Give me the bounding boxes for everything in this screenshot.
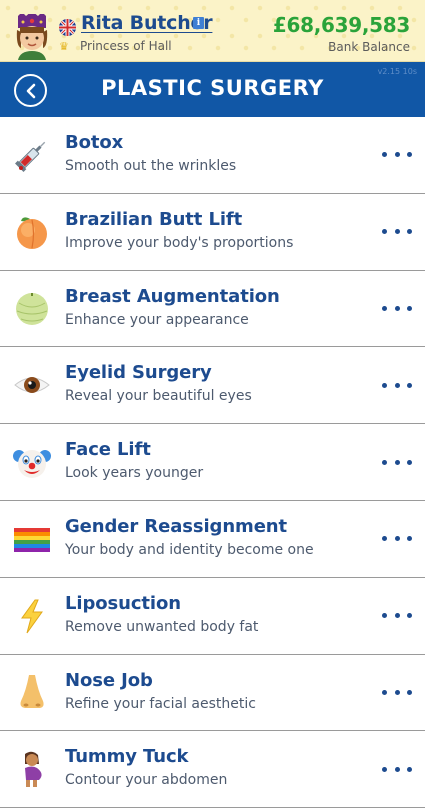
procedure-list: Botox Smooth out the wrinkles Brazilian … <box>0 117 425 808</box>
crown-icon: ♛ <box>59 40 69 53</box>
avatar[interactable] <box>12 14 52 60</box>
item-subtitle: Reveal your beautiful eyes <box>65 388 252 405</box>
more-options-button[interactable] <box>382 145 412 165</box>
rainbow-flag-icon <box>13 520 51 558</box>
item-subtitle: Look years younger <box>65 465 204 482</box>
item-subtitle: Improve your body's proportions <box>65 234 294 251</box>
item-title: Eyelid Surgery <box>65 362 212 384</box>
eye-icon <box>13 366 51 404</box>
item-subtitle: Your body and identity become one <box>65 541 314 558</box>
list-item-face-lift[interactable]: Face Lift Look years younger <box>0 424 425 501</box>
info-icon[interactable]: i <box>193 17 204 29</box>
item-subtitle: Remove unwanted body fat <box>65 618 259 635</box>
more-options-button[interactable] <box>382 375 412 395</box>
item-subtitle: Smooth out the wrinkles <box>65 158 237 174</box>
list-item-brazilian-butt-lift[interactable]: Brazilian Butt Lift Improve your body's … <box>0 194 425 271</box>
syringe-icon <box>13 136 51 174</box>
nose-icon <box>13 673 51 711</box>
item-title: Brazilian Butt Lift <box>65 208 243 230</box>
pregnant-woman-icon <box>13 750 51 788</box>
item-title: Breast Augmentation <box>65 285 280 307</box>
item-subtitle: Refine your facial aesthetic <box>65 695 256 712</box>
item-title: Gender Reassignment <box>65 515 288 537</box>
item-title: Face Lift <box>65 439 151 461</box>
item-title: Liposuction <box>65 592 181 614</box>
more-options-button[interactable] <box>382 529 412 549</box>
more-options-button[interactable] <box>382 222 412 242</box>
more-options-button[interactable] <box>382 606 412 626</box>
more-options-button[interactable] <box>382 452 412 472</box>
uk-flag-icon <box>59 19 76 36</box>
bank-balance: £68,639,583 <box>272 13 410 37</box>
title-bar: Plastic Surgery v2.15 10s <box>0 62 425 117</box>
clown-icon <box>13 443 51 481</box>
list-item-botox[interactable]: Botox Smooth out the wrinkles <box>0 117 425 194</box>
lightning-icon <box>13 597 51 635</box>
more-options-button[interactable] <box>382 682 412 702</box>
list-item-breast-augmentation[interactable]: Breast Augmentation Enhance your appeara… <box>0 271 425 348</box>
list-item-nose-job[interactable]: Nose Job Refine your facial aesthetic <box>0 655 425 732</box>
item-title: Tummy Tuck <box>65 746 189 768</box>
player-title: Princess of Hall <box>80 39 172 53</box>
bank-balance-label: Bank Balance <box>328 40 410 54</box>
peach-icon <box>13 213 51 251</box>
page-title: Plastic Surgery <box>101 76 324 100</box>
item-title: Nose Job <box>65 669 153 691</box>
item-subtitle: Enhance your appearance <box>65 311 249 328</box>
more-options-button[interactable] <box>382 298 412 318</box>
item-title: Botox <box>65 132 124 153</box>
list-item-tummy-tuck[interactable]: Tummy Tuck Contour your abdomen <box>0 731 425 808</box>
list-item-gender-reassignment[interactable]: Gender Reassignment Your body and identi… <box>0 501 425 578</box>
list-item-liposuction[interactable]: Liposuction Remove unwanted body fat <box>0 578 425 655</box>
more-options-button[interactable] <box>382 759 412 779</box>
status-header: Rita Butcher i ♛ Princess of Hall £68,63… <box>0 0 425 62</box>
melon-icon <box>13 289 51 327</box>
version-label: v2.15 10s <box>377 67 417 76</box>
item-subtitle: Contour your abdomen <box>65 772 228 789</box>
list-item-eyelid-surgery[interactable]: Eyelid Surgery Reveal your beautiful eye… <box>0 347 425 425</box>
